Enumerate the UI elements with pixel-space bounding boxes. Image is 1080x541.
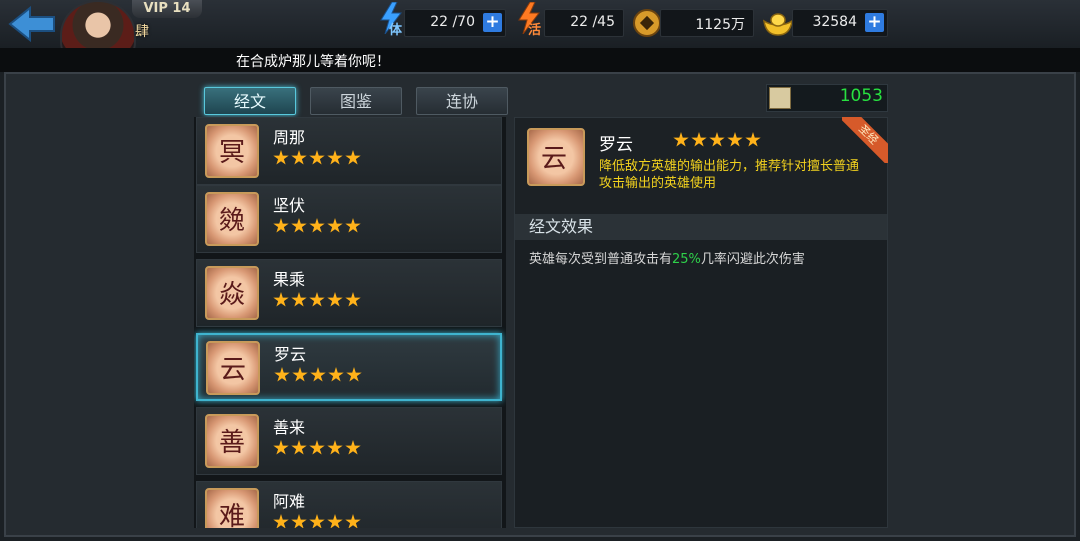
detail-name: 罗云 (599, 135, 633, 155)
add-gold-button[interactable]: + (865, 13, 884, 32)
star-icon (309, 150, 325, 165)
star-icon (309, 514, 325, 528)
star-icon (291, 292, 307, 307)
star-icon (273, 292, 289, 307)
tab-codex[interactable]: 图鉴 (310, 87, 402, 115)
star-icon (327, 514, 343, 528)
add-stamina-button[interactable]: + (483, 13, 502, 32)
star-icon (727, 132, 743, 147)
scroll-icon (769, 87, 791, 109)
effect-title: 经文效果 (515, 214, 887, 240)
rank-badge: 肆 (135, 24, 149, 40)
gold-value: 32584 (812, 14, 857, 30)
star-icon (291, 218, 307, 233)
star-icon (273, 440, 289, 455)
star-icon (745, 132, 761, 147)
rarity-label: 圣经 (842, 117, 888, 163)
list-item-selected[interactable]: 云 罗云 (196, 333, 502, 401)
star-icon (691, 132, 707, 147)
star-rating (273, 218, 363, 238)
hint-text: 在合成炉那儿等着你呢！ (236, 54, 390, 70)
star-icon (345, 150, 361, 165)
gold-ingot-icon (763, 13, 793, 36)
star-icon (673, 132, 689, 147)
item-name: 罗云 (274, 345, 307, 364)
star-icon (274, 367, 290, 382)
rune-icon: 冥 (205, 124, 259, 178)
item-name: 善来 (273, 418, 306, 437)
list-item[interactable]: 㕙 坚伏 (196, 185, 502, 253)
stamina-counter: 22 /70 + (404, 9, 506, 37)
item-name: 坚伏 (273, 196, 306, 215)
back-arrow-icon[interactable] (6, 4, 58, 44)
stamina-value: 22 /70 (430, 14, 475, 30)
hint-bar: 在合成炉那儿等着你呢！ (0, 48, 1080, 72)
list-item[interactable]: 冥 周那 (196, 117, 502, 185)
star-icon (345, 292, 361, 307)
scroll-counter: 1053 (766, 84, 888, 112)
star-icon (273, 218, 289, 233)
star-icon (345, 440, 361, 455)
star-icon (309, 440, 325, 455)
detail-header: 云 罗云 降低敌方英雄的输出能力，推荐针对擅长普通攻击输出的英雄使用 圣经 (515, 117, 888, 214)
star-icon (291, 514, 307, 528)
item-name: 果乘 (273, 270, 306, 289)
effect-chance: 25% (672, 252, 701, 267)
star-icon (273, 514, 289, 528)
activity-value: 22 /45 (570, 14, 615, 30)
vip-level[interactable]: VIP 14 (132, 0, 202, 18)
activity-label: 活 (528, 23, 542, 38)
star-icon (309, 292, 325, 307)
stamina-label: 体 (389, 23, 403, 38)
coin-counter: 1125万 (660, 9, 754, 37)
star-icon (291, 440, 307, 455)
star-rating (273, 440, 363, 460)
effect-suffix: 几率闪避此次伤害 (700, 252, 805, 267)
star-rating (273, 150, 363, 170)
scroll-count: 1053 (839, 86, 883, 106)
star-icon (709, 132, 725, 147)
star-icon (310, 367, 326, 382)
tab-scripture[interactable]: 经文 (204, 87, 296, 115)
star-icon (291, 150, 307, 165)
detail-description: 降低敌方英雄的输出能力，推荐针对擅长普通攻击输出的英雄使用 (599, 159, 860, 191)
rarity-ribbon: 圣经 (842, 117, 888, 163)
item-name: 周那 (273, 128, 306, 147)
list-item[interactable]: 焱 果乘 (196, 259, 502, 327)
rune-icon: 焱 (205, 266, 259, 320)
rune-icon: 云 (206, 341, 260, 395)
item-name: 阿难 (273, 492, 306, 511)
star-icon (273, 150, 289, 165)
star-icon (327, 150, 343, 165)
list-item[interactable]: 难 阿难 (196, 481, 502, 528)
scripture-detail: 云 罗云 降低敌方英雄的输出能力，推荐针对擅长普通攻击输出的英雄使用 圣经 经文… (514, 117, 888, 528)
star-icon (292, 367, 308, 382)
star-icon (327, 218, 343, 233)
top-bar: VIP 14 肆 体 22 /70 + 活 22 /45 1125万 32584… (0, 0, 1080, 70)
rune-icon: 难 (205, 488, 259, 528)
tab-synergy[interactable]: 连协 (416, 87, 508, 115)
list-item[interactable]: 善 善来 (196, 407, 502, 475)
rune-icon: 善 (205, 414, 259, 468)
star-icon (328, 367, 344, 382)
star-icon (309, 218, 325, 233)
star-rating (274, 367, 364, 387)
star-rating (673, 132, 763, 152)
coin-value: 1125万 (695, 17, 745, 33)
effect-prefix: 英雄每次受到普通攻击有 (529, 252, 673, 267)
rune-icon: 㕙 (205, 192, 259, 246)
gold-counter: 32584 + (792, 9, 888, 37)
star-icon (345, 514, 361, 528)
activity-counter: 22 /45 (544, 9, 624, 37)
star-rating (273, 292, 363, 312)
scripture-list[interactable]: 冥 周那 㕙 坚伏 焱 果乘 云 罗云 善 善来 难 阿难 (194, 117, 506, 528)
rune-icon: 云 (527, 128, 585, 186)
star-rating (273, 514, 363, 528)
copper-coin-icon (633, 9, 661, 37)
star-icon (345, 218, 361, 233)
star-icon (327, 440, 343, 455)
effect-text: 英雄每次受到普通攻击有25%几率闪避此次伤害 (529, 248, 805, 267)
star-icon (346, 367, 362, 382)
star-icon (327, 292, 343, 307)
